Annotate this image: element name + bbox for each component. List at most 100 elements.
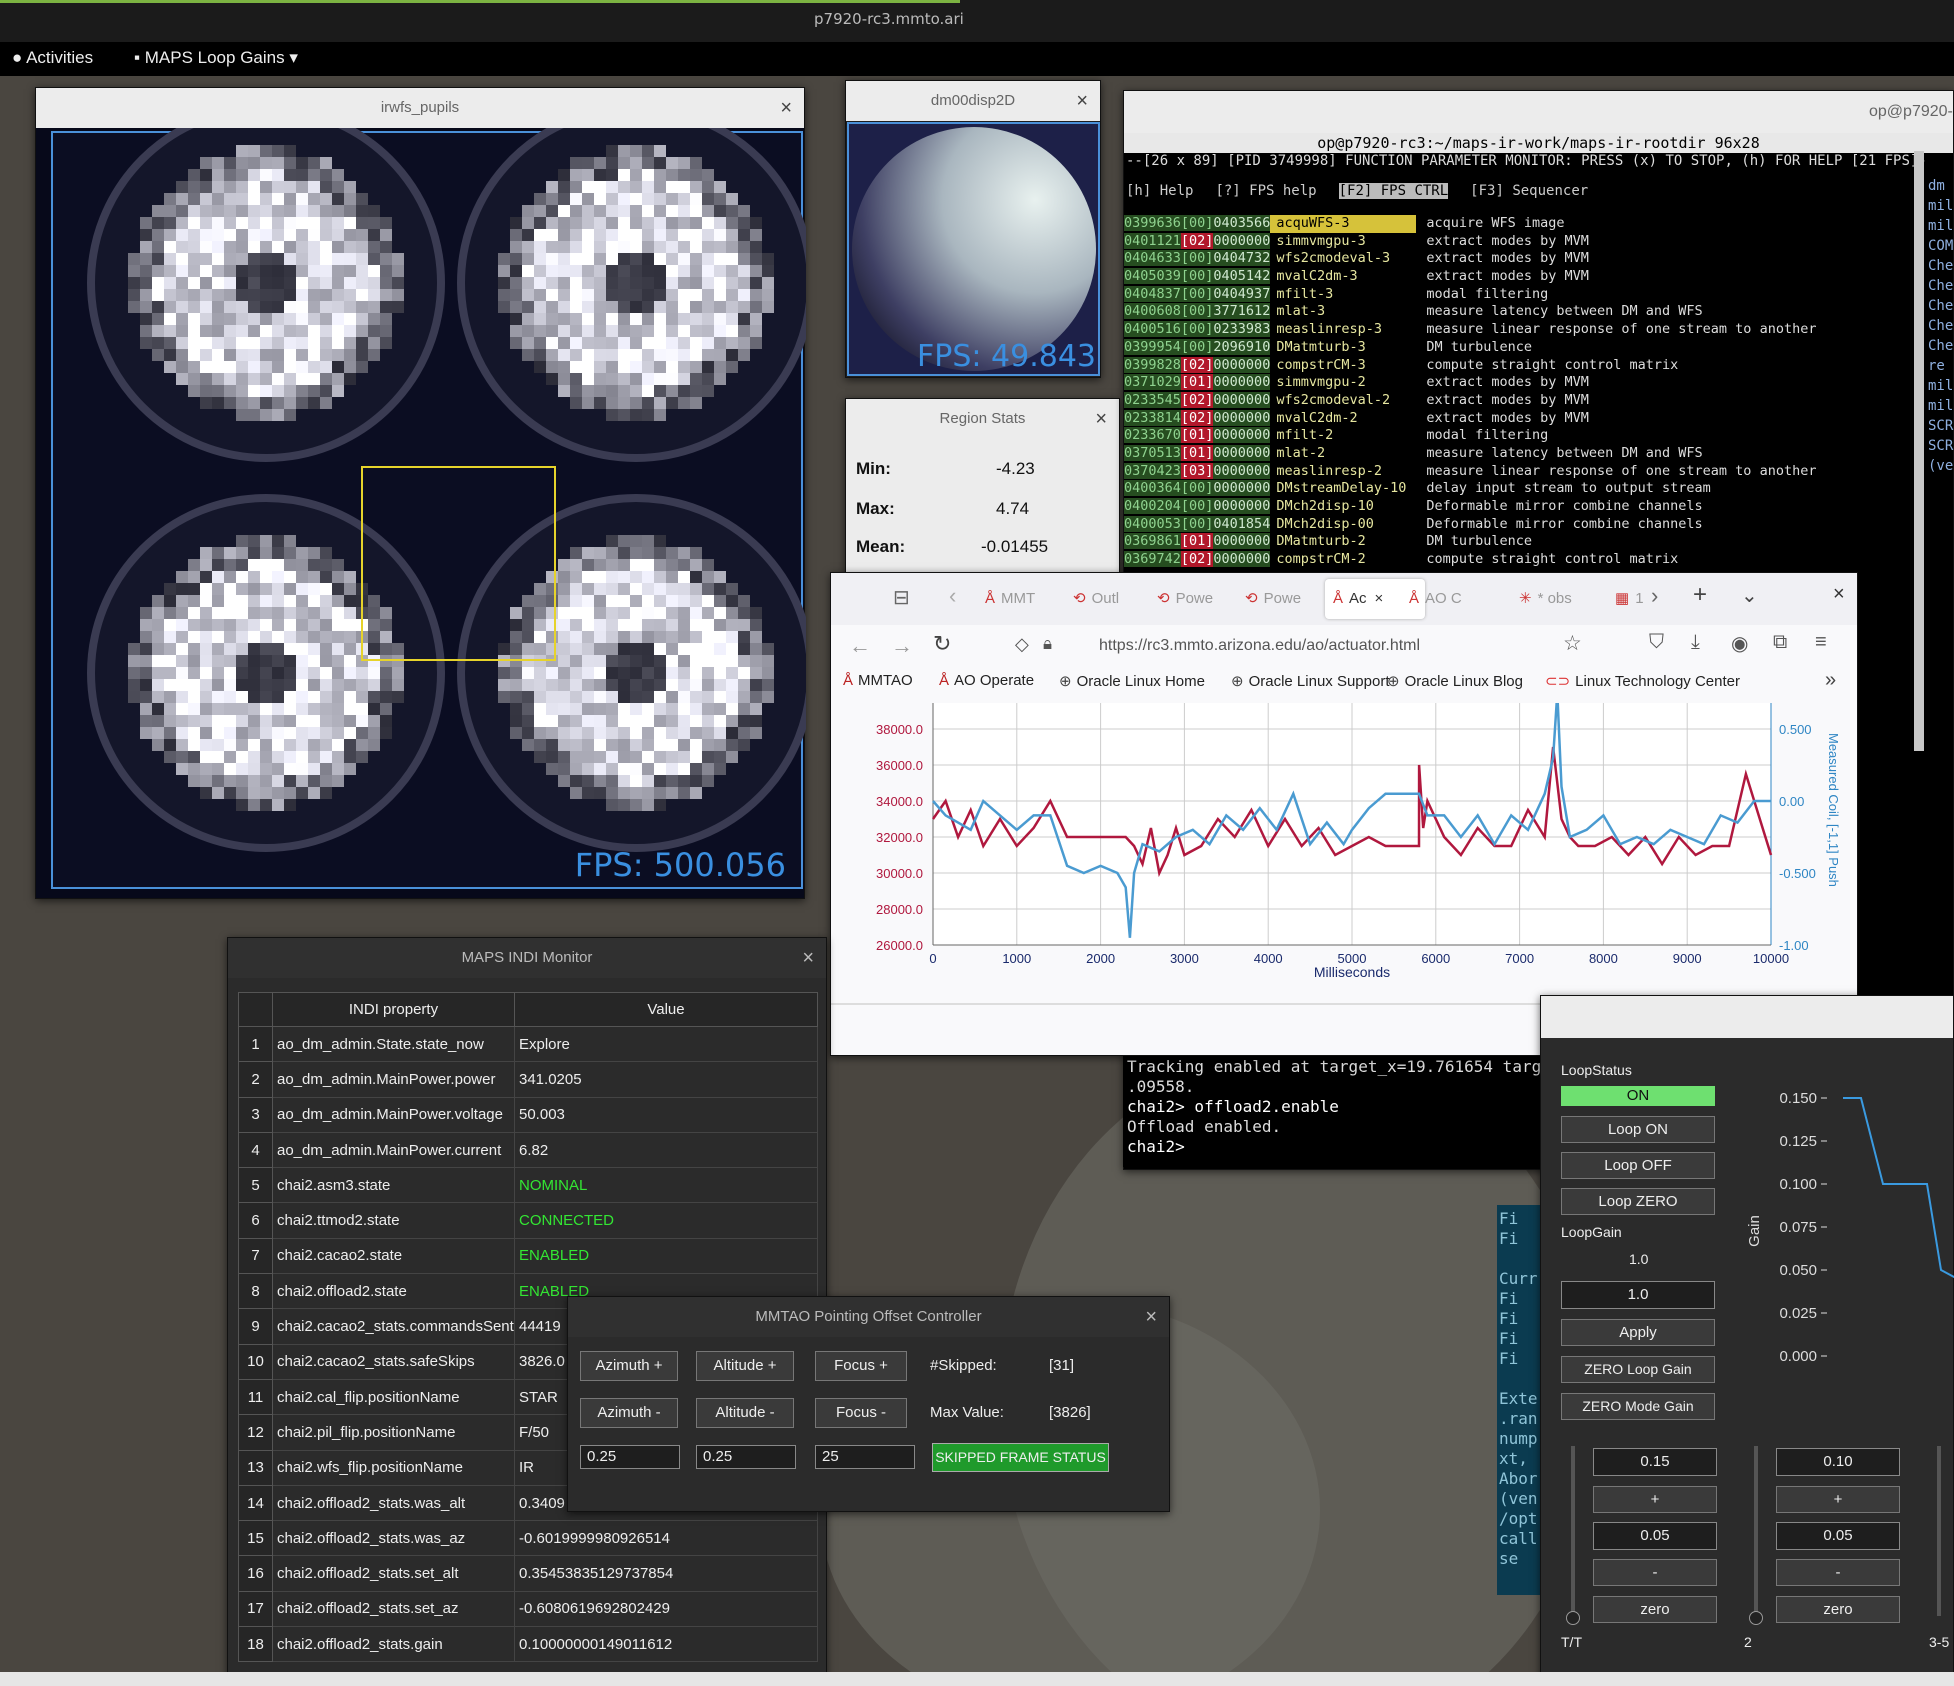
terminal-row[interactable]: 0400608[00]3771612 mlat-3 measure latency … [1124,303,1953,321]
bookmark-item[interactable]: Å MMTAO [843,672,913,689]
terminal-row[interactable]: 0400516[00]0233983 measlinresp-3 measure l… [1124,321,1953,339]
altitude-plus-button[interactable]: Altitude + [696,1351,794,1381]
loop-zero-button[interactable]: Loop ZERO [1561,1188,1715,1215]
bookmarks-overflow-icon[interactable]: » [1825,669,1836,692]
menu-icon[interactable]: ≡ [1815,631,1827,654]
browser-tab[interactable]: Å AO C [1405,579,1485,619]
mode2-zero-button[interactable]: zero [1776,1596,1900,1623]
bookmark-item[interactable]: ⊕ Oracle Linux Support [1231,672,1390,690]
tt-zero-button[interactable]: zero [1593,1596,1717,1623]
altitude-minus-button[interactable]: Altitude - [696,1398,794,1428]
tt-step-input[interactable]: 0.05 [1593,1522,1717,1550]
azimuth-plus-button[interactable]: Azimuth + [580,1351,678,1381]
terminal-row[interactable]: 0371029[01]0000000 simmvmgpu-2 extract mod… [1124,374,1953,392]
loop-off-button[interactable]: Loop OFF [1561,1152,1715,1179]
new-tab-icon[interactable]: + [1693,581,1707,609]
close-icon[interactable]: × [1076,81,1088,121]
url-bar[interactable]: ◇ 🔒︎ https://rc3.mmto.arizona.edu/ao/act… [1015,629,1471,663]
terminal-row[interactable]: 0404633[00]0404732 wfs2cmodeval-3 extract … [1124,250,1953,268]
tt-gain-slider[interactable] [1571,1446,1575,1616]
tt-gain-input[interactable]: 0.15 [1593,1448,1717,1476]
activities-button[interactable]: ● Activities [12,48,93,68]
terminal-row[interactable]: 0400364[00]0000000 DMstreamDelay-10 delay … [1124,480,1953,498]
terminal-row[interactable]: 0399954[00]2096910 DMatmturb-3 DM turbulen… [1124,338,1953,357]
back-icon[interactable]: ← [849,633,871,659]
terminal-row[interactable]: 0369861[01]0000000 DMatmturb-2 DM turbulen… [1124,533,1953,551]
azimuth-minus-button[interactable]: Azimuth - [580,1398,678,1428]
tab-close-icon[interactable]: × [1375,590,1384,607]
terminal-row[interactable]: 0233670[01]0000000 mfilt-2 modal filtering [1124,427,1953,445]
table-row[interactable]: 1 ao_dm_admin.State.state_now Explore [238,1025,818,1063]
mode3-gain-slider[interactable] [1937,1446,1941,1616]
close-icon[interactable]: × [780,88,792,128]
terminal-row[interactable]: 0370423[03]0000000 measlinresp-2 measure l… [1124,462,1953,481]
browser-tab[interactable]: ✳ * obs [1515,579,1595,619]
focus-step-input[interactable]: 25 [815,1445,915,1469]
table-row[interactable]: 15 chai2.offload2_stats.was_az -0.60199999… [238,1520,818,1557]
url-text[interactable]: https://rc3.mmto.arizona.edu/ao/actuator… [1099,637,1420,655]
mode2-slider-handle[interactable] [1749,1611,1763,1625]
table-row[interactable]: 16 chai2.offload2_stats.set_alt 0.35453835… [238,1555,818,1592]
table-row[interactable]: 6 chai2.ttmod2.state CONNECTED [238,1202,818,1239]
bookmark-item[interactable]: Å AO Operate [939,672,1034,689]
tt-slider-handle[interactable] [1566,1611,1580,1625]
terminal-row[interactable]: 0400053[00]0401854 DMch2disp-00 Deformable… [1124,515,1953,534]
table-row[interactable]: 17 chai2.offload2_stats.set_az -0.60806196… [238,1590,818,1628]
zero-mode-gain-button[interactable]: ZERO Mode Gain [1561,1393,1715,1420]
table-row[interactable]: 2 ao_dm_admin.MainPower.power 341.0205 [238,1061,818,1098]
terminal-row[interactable]: 0399636[00]0403566 acquWFS-3 acquire WFS i… [1124,215,1953,233]
bookmark-star-icon[interactable]: ☆ [1563,631,1582,656]
value-header[interactable]: Value [514,992,818,1027]
terminal-menu-item[interactable]: [F2] FPS CTRL [1338,183,1449,199]
zero-loop-gain-button[interactable]: ZERO Loop Gain [1561,1356,1715,1383]
tt-plus-button[interactable]: + [1593,1486,1717,1513]
terminal-row[interactable]: 0400204[00]0000000 DMch2disp-10 Deformable… [1124,498,1953,516]
reload-icon[interactable]: ↻ [933,631,951,657]
table-row[interactable]: 3 ao_dm_admin.MainPower.voltage 50.003 [238,1096,818,1133]
bookmark-item[interactable]: ⊂⊃ Linux Technology Center [1545,672,1740,690]
table-row[interactable]: 7 chai2.cacao2.state ENABLED [238,1237,818,1275]
property-header[interactable]: INDI property [272,992,515,1027]
mode2-gain-slider[interactable] [1754,1446,1758,1616]
terminal-tab[interactable]: op@p7920- [1124,91,1953,133]
terminal-row[interactable]: 0399828[02]0000000 compstrCM-3 compute str… [1124,356,1953,375]
terminal-row[interactable]: 0401121[02]0000000 simmvmgpu-3 extract mod… [1124,232,1953,251]
tabs-scroll-right-icon[interactable]: › [1651,583,1658,609]
apply-button[interactable]: Apply [1561,1319,1715,1346]
tabs-scroll-left-icon[interactable]: ‹ [949,583,956,609]
mode2-plus-button[interactable]: + [1776,1486,1900,1513]
tt-minus-button[interactable]: - [1593,1559,1717,1586]
close-icon[interactable]: × [1145,1297,1157,1337]
app-menu[interactable]: ▪ MAPS Loop Gains ▾ [134,48,298,68]
table-row[interactable]: 5 chai2.asm3.state NOMINAL [238,1167,818,1204]
horizontal-scrollbar[interactable] [0,1672,1954,1686]
mode2-step-input[interactable]: 0.05 [1776,1522,1900,1550]
download-icon[interactable]: ⤓ [1691,631,1700,654]
table-row[interactable]: 4 ao_dm_admin.MainPower.current 6.82 [238,1131,818,1169]
altitude-step-input[interactable]: 0.25 [696,1445,796,1469]
loop-gain-input[interactable]: 1.0 [1561,1281,1715,1309]
close-icon[interactable]: × [1095,399,1107,439]
terminal-menu-item[interactable]: [?] FPS help [1215,183,1316,199]
mode2-minus-button[interactable]: - [1776,1559,1900,1586]
close-icon[interactable]: × [802,938,814,978]
skipped-frame-status-button[interactable]: SKIPPED FRAME STATUS [932,1443,1109,1472]
pocket-icon[interactable]: ⛉ [1649,631,1664,654]
terminal-row[interactable]: 0369742[02]0000000 compstrCM-2 compute str… [1124,551,1953,569]
account-icon[interactable]: ◉ [1731,631,1748,656]
terminal-row[interactable]: 0233814[02]0000000 mvalC2dm-2 extract mode… [1124,409,1953,428]
terminal-scrollbar[interactable] [1914,151,1924,751]
browser-tab[interactable]: ⟲ Powe [1241,579,1321,619]
focus-minus-button[interactable]: Focus - [815,1398,907,1428]
azimuth-step-input[interactable]: 0.25 [580,1445,680,1469]
forward-icon[interactable]: → [891,633,913,659]
bookmark-item[interactable]: ⊕ Oracle Linux Blog [1387,672,1523,690]
tab-list-icon[interactable]: ⌄ [1741,583,1758,608]
bookmark-item[interactable]: ⊕ Oracle Linux Home [1059,672,1205,690]
browser-tab[interactable]: ⟲ Powe [1153,579,1233,619]
extensions-icon[interactable]: ⧉ [1773,631,1787,654]
terminal-row[interactable]: 0370513[01]0000000 mlat-2 measure latency … [1124,444,1953,463]
mode2-gain-input[interactable]: 0.10 [1776,1448,1900,1476]
table-row[interactable]: 18 chai2.offload2_stats.gain 0.10000000149… [238,1626,818,1663]
browser-tab[interactable]: Å MMT [981,579,1061,619]
